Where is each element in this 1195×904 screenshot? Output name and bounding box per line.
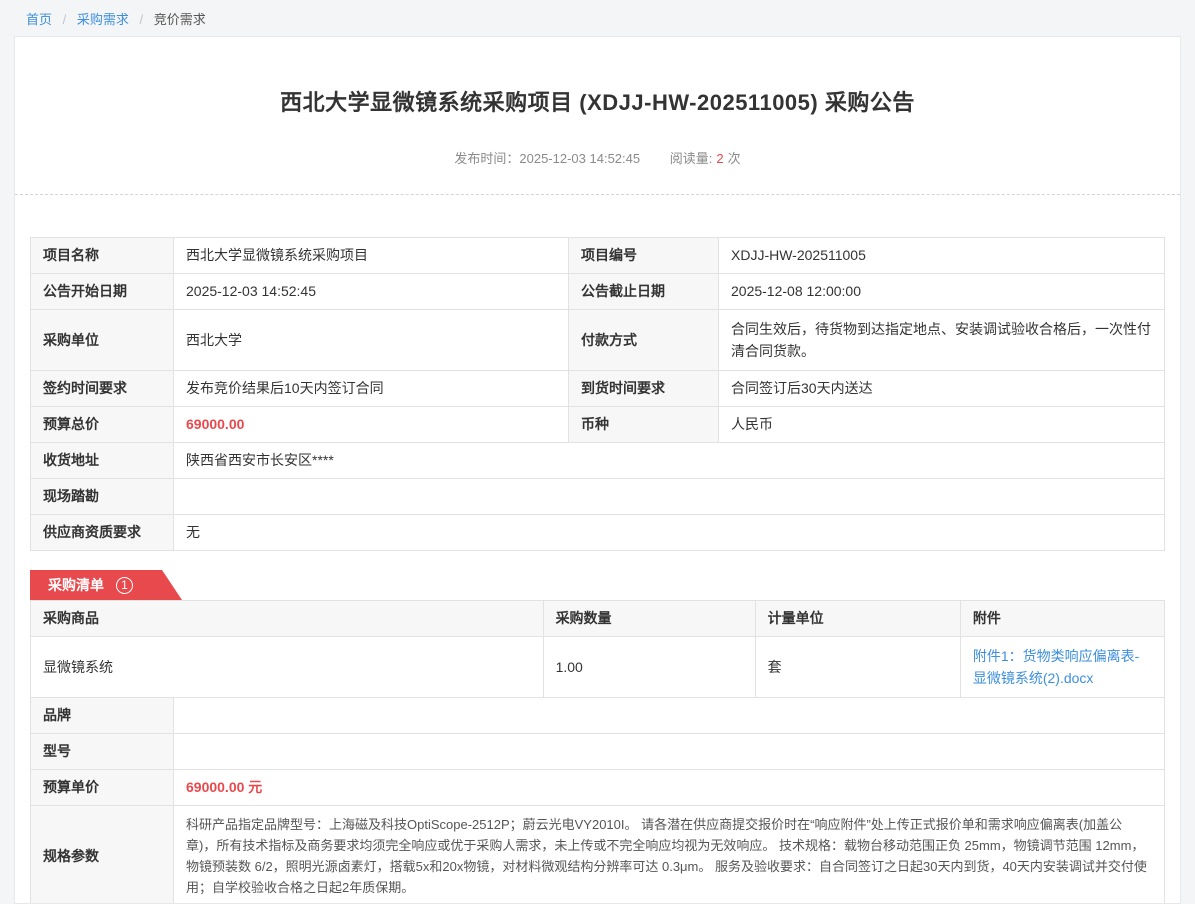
field-label-delivery-address: 收货地址: [31, 443, 174, 479]
field-value-end-date: 2025-12-08 12:00:00: [719, 274, 1165, 310]
table-row: 型号: [31, 734, 1165, 770]
field-value-unit-price: 69000.00 元: [174, 770, 1165, 806]
field-value-payment: 合同生效后，待货物到达指定地点、安装调试验收合格后，一次性付清合同货款。: [719, 310, 1165, 371]
purchase-list-ribbon-label: 采购清单: [48, 575, 104, 595]
cell-unit: 套: [755, 637, 960, 698]
cell-product-name: 显微镜系统: [31, 637, 544, 698]
table-header-row: 采购商品 采购数量 计量单位 附件: [31, 601, 1165, 637]
field-value-supplier-qualification: 无: [174, 515, 1165, 551]
field-value-purchaser: 西北大学: [174, 310, 569, 371]
item-detail-table: 品牌 型号 预算单价 69000.00 元 规格参数 科研产品指定品牌型号：上海…: [30, 697, 1165, 904]
field-label-supplier-qualification: 供应商资质要求: [31, 515, 174, 551]
table-row: 项目名称 西北大学显微镜系统采购项目 项目编号 XDJJ-HW-20251100…: [31, 238, 1165, 274]
purchase-items-table: 采购商品 采购数量 计量单位 附件 显微镜系统 1.00 套 附件1：货物类响应…: [30, 600, 1165, 698]
table-row: 规格参数 科研产品指定品牌型号：上海磁及科技OptiScope-2512P；蔚云…: [31, 806, 1165, 904]
breadcrumb-purchase-demand-link[interactable]: 采购需求: [77, 12, 129, 27]
table-row: 现场踏勘: [31, 479, 1165, 515]
views-label: 阅读量:: [670, 151, 713, 166]
field-value-currency: 人民币: [719, 407, 1165, 443]
views-count: 2: [716, 151, 723, 166]
field-value-start-date: 2025-12-03 14:52:45: [174, 274, 569, 310]
views-unit: 次: [728, 151, 741, 166]
field-value-model: [174, 734, 1165, 770]
column-header-product: 采购商品: [31, 601, 544, 637]
field-label-start-date: 公告开始日期: [31, 274, 174, 310]
breadcrumb-separator: /: [63, 12, 67, 27]
field-value-project-no: XDJJ-HW-202511005: [719, 238, 1165, 274]
breadcrumb-current: 竞价需求: [154, 12, 206, 27]
field-label-project-no: 项目编号: [569, 238, 719, 274]
column-header-attachment: 附件: [960, 601, 1164, 637]
field-label-sign-time: 签约时间要求: [31, 371, 174, 407]
field-value-site-survey: [174, 479, 1165, 515]
table-row: 预算总价 69000.00 币种 人民币: [31, 407, 1165, 443]
breadcrumb-home-link[interactable]: 首页: [26, 12, 52, 27]
field-value-specifications: 科研产品指定品牌型号：上海磁及科技OptiScope-2512P；蔚云光电VY2…: [174, 806, 1165, 904]
field-label-currency: 币种: [569, 407, 719, 443]
field-value-sign-time: 发布竞价结果后10天内签订合同: [174, 371, 569, 407]
table-row: 预算单价 69000.00 元: [31, 770, 1165, 806]
field-value-budget-total: 69000.00: [174, 407, 569, 443]
table-row: 收货地址 陕西省西安市长安区****: [31, 443, 1165, 479]
field-label-purchaser: 采购单位: [31, 310, 174, 371]
field-label-model: 型号: [31, 734, 174, 770]
breadcrumb-separator: /: [140, 12, 144, 27]
table-row: 签约时间要求 发布竞价结果后10天内签订合同 到货时间要求 合同签订后30天内送…: [31, 371, 1165, 407]
breadcrumb: 首页 / 采购需求 / 竞价需求: [0, 0, 1195, 36]
column-header-unit: 计量单位: [755, 601, 960, 637]
field-label-end-date: 公告截止日期: [569, 274, 719, 310]
dashed-divider: [15, 194, 1180, 195]
table-row: 公告开始日期 2025-12-03 14:52:45 公告截止日期 2025-1…: [31, 274, 1165, 310]
table-row: 采购单位 西北大学 付款方式 合同生效后，待货物到达指定地点、安装调试验收合格后…: [31, 310, 1165, 371]
field-value-delivery-time: 合同签订后30天内送达: [719, 371, 1165, 407]
announcement-card: 西北大学显微镜系统采购项目 (XDJJ-HW-202511005) 采购公告 发…: [14, 36, 1181, 904]
field-label-specifications: 规格参数: [31, 806, 174, 904]
field-value-project-name: 西北大学显微镜系统采购项目: [174, 238, 569, 274]
publish-time-value: 2025-12-03 14:52:45: [519, 151, 640, 166]
field-value-brand: [174, 698, 1165, 734]
announcement-meta: 发布时间：2025-12-03 14:52:45 阅读量:2次: [30, 148, 1165, 167]
table-row: 供应商资质要求 无: [31, 515, 1165, 551]
field-label-budget-total: 预算总价: [31, 407, 174, 443]
field-value-delivery-address: 陕西省西安市长安区****: [174, 443, 1165, 479]
purchase-list-ribbon: 采购清单 1: [30, 570, 182, 600]
field-label-project-name: 项目名称: [31, 238, 174, 274]
cell-quantity: 1.00: [543, 637, 755, 698]
field-label-payment: 付款方式: [569, 310, 719, 371]
publish-time-label: 发布时间：: [454, 151, 519, 166]
column-header-quantity: 采购数量: [543, 601, 755, 637]
table-row: 显微镜系统 1.00 套 附件1：货物类响应偏离表-显微镜系统(2).docx: [31, 637, 1165, 698]
field-label-delivery-time: 到货时间要求: [569, 371, 719, 407]
field-label-brand: 品牌: [31, 698, 174, 734]
page-title: 西北大学显微镜系统采购项目 (XDJJ-HW-202511005) 采购公告: [30, 85, 1165, 117]
purchase-list-count-badge: 1: [116, 577, 133, 594]
field-label-unit-price: 预算单价: [31, 770, 174, 806]
field-label-site-survey: 现场踏勘: [31, 479, 174, 515]
attachment-link[interactable]: 附件1：货物类响应偏离表-显微镜系统(2).docx: [973, 648, 1139, 686]
project-info-table: 项目名称 西北大学显微镜系统采购项目 项目编号 XDJJ-HW-20251100…: [30, 237, 1165, 551]
table-row: 品牌: [31, 698, 1165, 734]
